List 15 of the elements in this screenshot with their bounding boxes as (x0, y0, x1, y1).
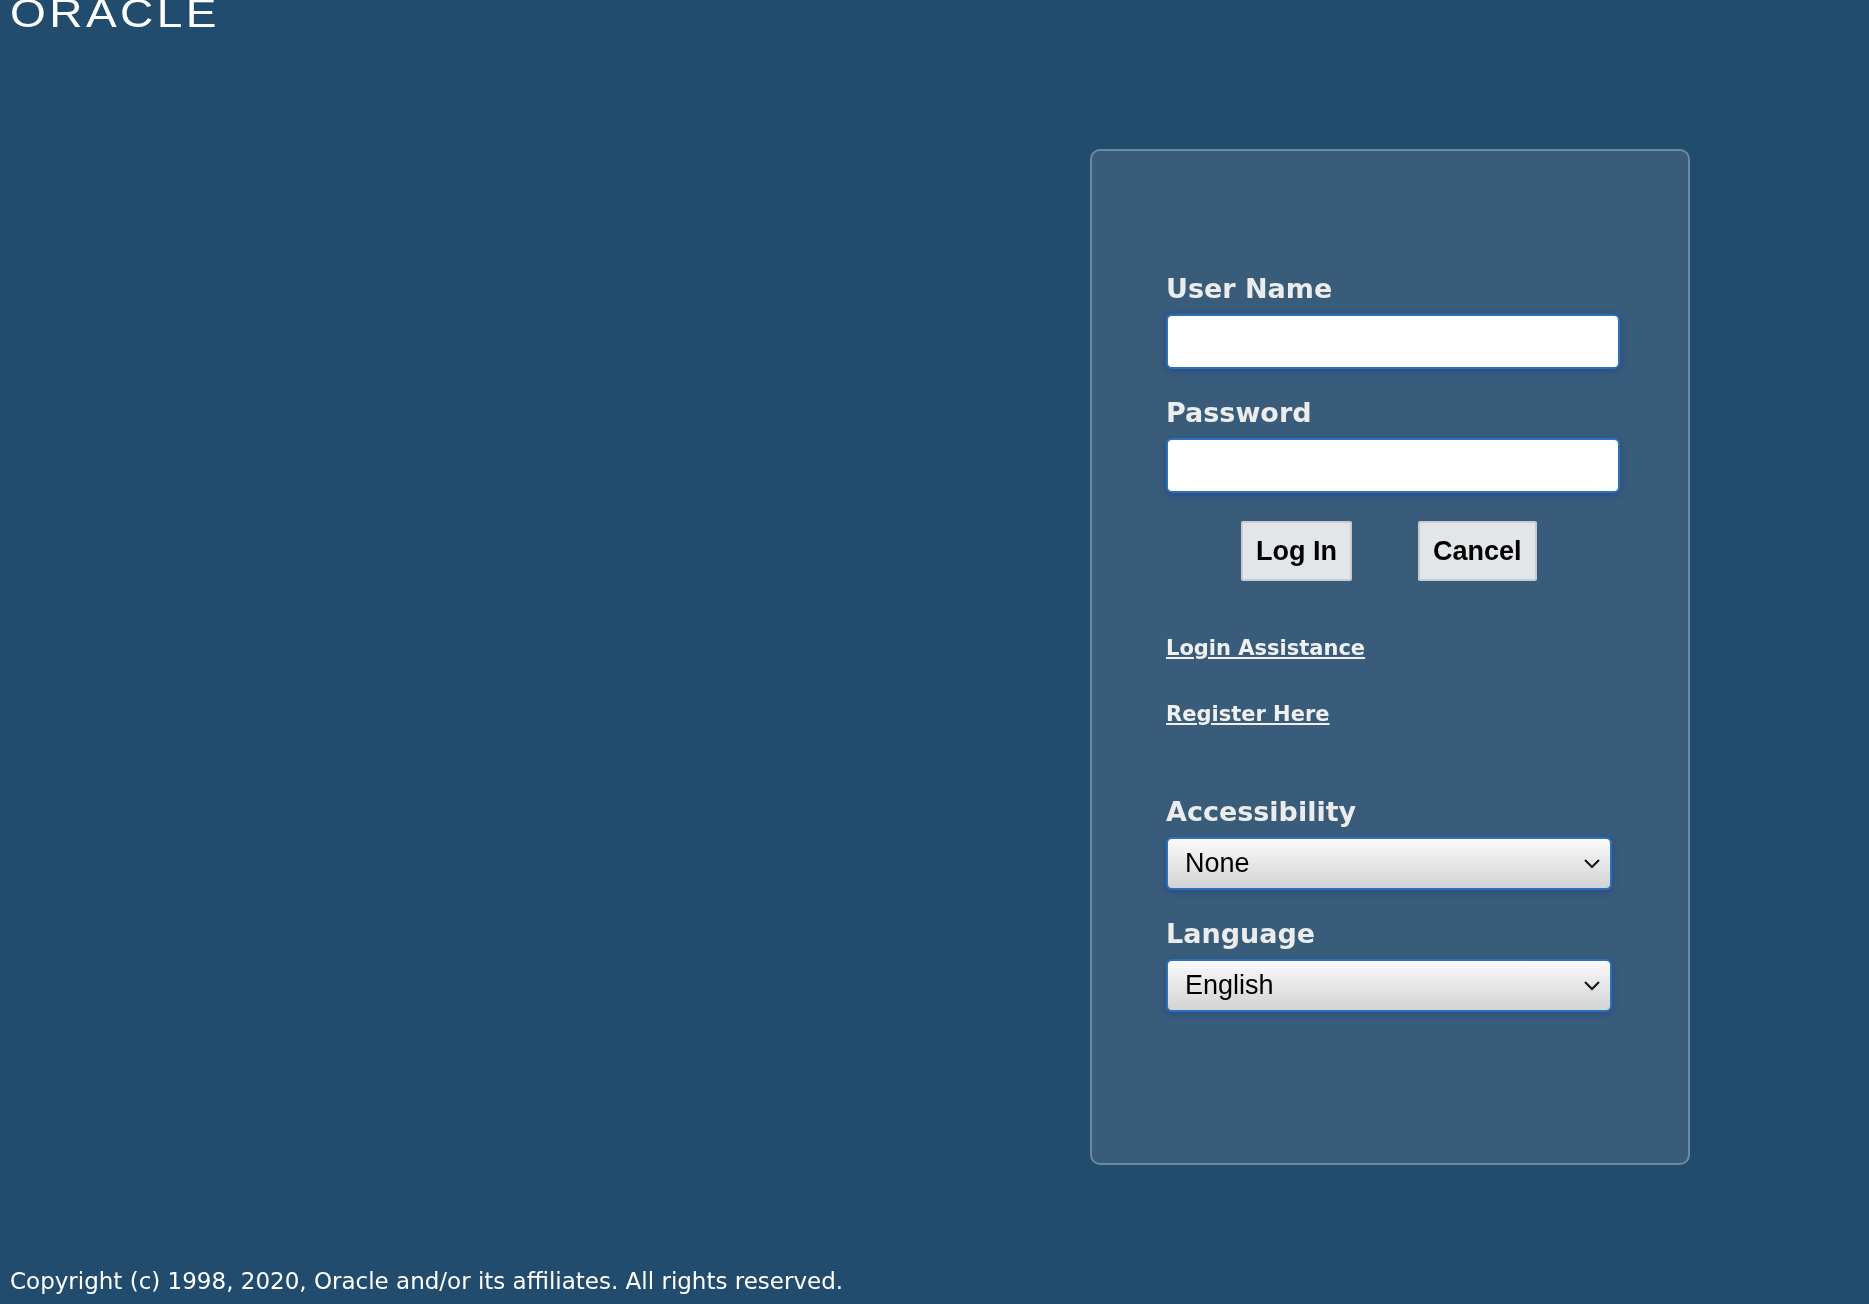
input-field[interactable] (1166, 438, 1620, 493)
field-label: Accessibility (1166, 796, 1358, 827)
chevron-down-icon (1584, 980, 1600, 991)
link[interactable]: Login Assistance (1166, 636, 1366, 660)
form-button[interactable]: Log In (1241, 521, 1352, 581)
field-label: User Name (1166, 273, 1334, 304)
field-label: Password (1166, 397, 1313, 428)
form-button[interactable]: Cancel (1418, 521, 1537, 581)
dropdown[interactable]: English (1166, 959, 1612, 1012)
dropdown[interactable]: None (1166, 837, 1612, 890)
copyright-text: Copyright (c) 1998, 2020, Oracle and/or its affiliates. All rights reserved. (10, 1268, 844, 1294)
chevron-down-icon (1584, 858, 1600, 869)
link[interactable]: Register Here (1166, 702, 1330, 726)
field-label: Language (1166, 918, 1317, 949)
input-field[interactable] (1166, 314, 1620, 369)
